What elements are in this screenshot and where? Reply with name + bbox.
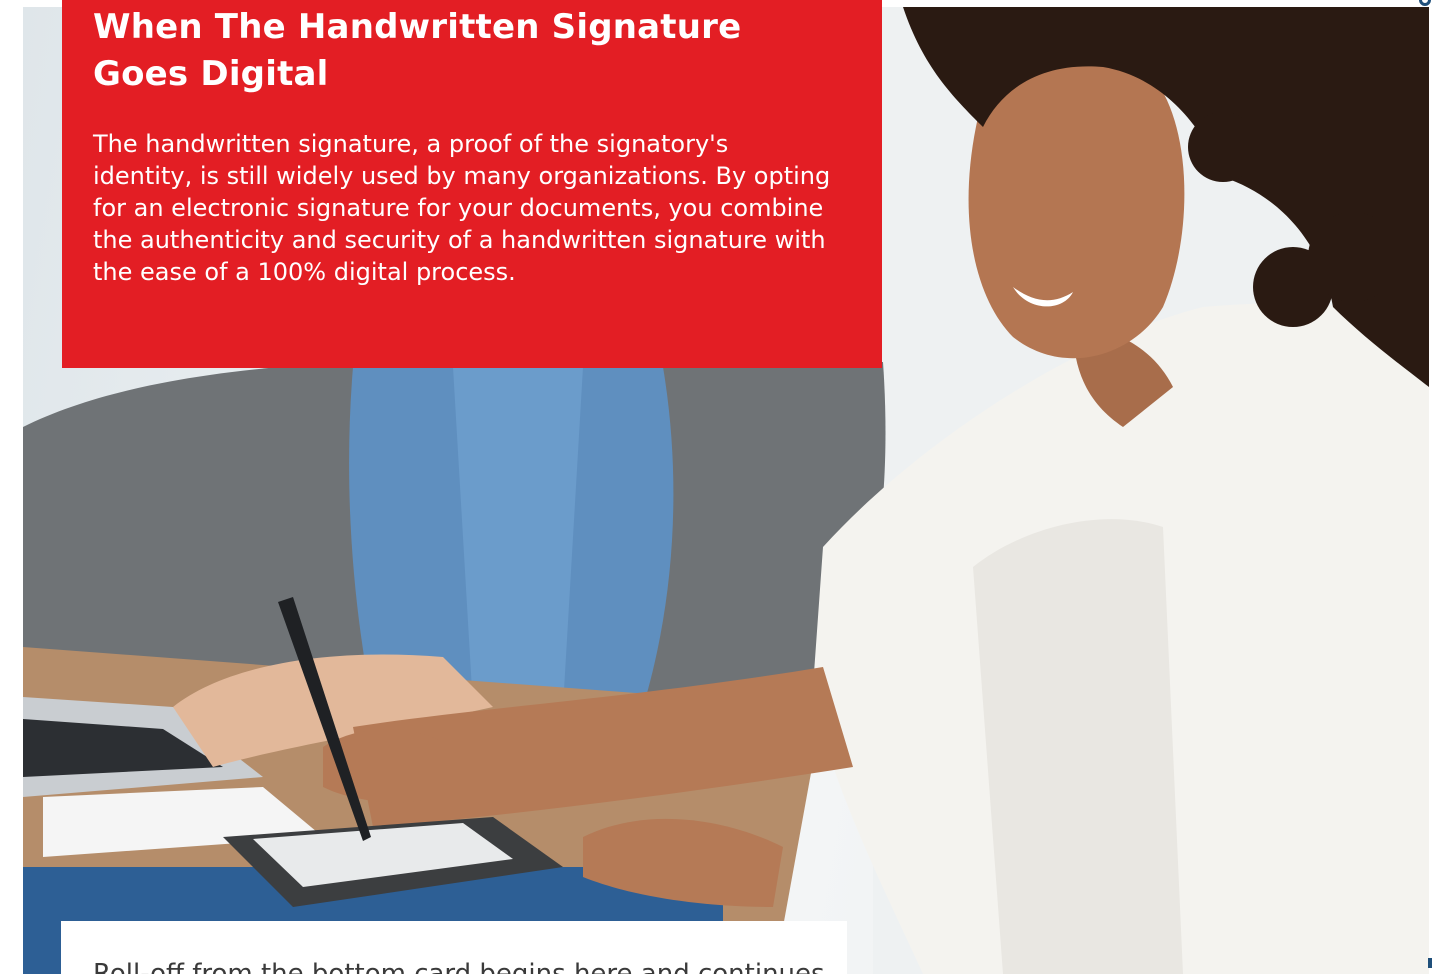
page-corner-mark <box>1419 0 1431 6</box>
headline-body: The handwritten signature, a proof of th… <box>93 130 831 286</box>
bottom-card: Roll-off from the bottom card begins her… <box>61 921 847 974</box>
headline-title: When The Handwritten Signature Goes Digi… <box>93 7 742 94</box>
headline-card: When The Handwritten Signature Goes Digi… <box>62 0 882 368</box>
page-edge-mark <box>1428 958 1432 968</box>
bottom-card-text: Roll-off from the bottom card begins her… <box>93 959 825 974</box>
page: When The Handwritten Signature Goes Digi… <box>0 0 1434 974</box>
